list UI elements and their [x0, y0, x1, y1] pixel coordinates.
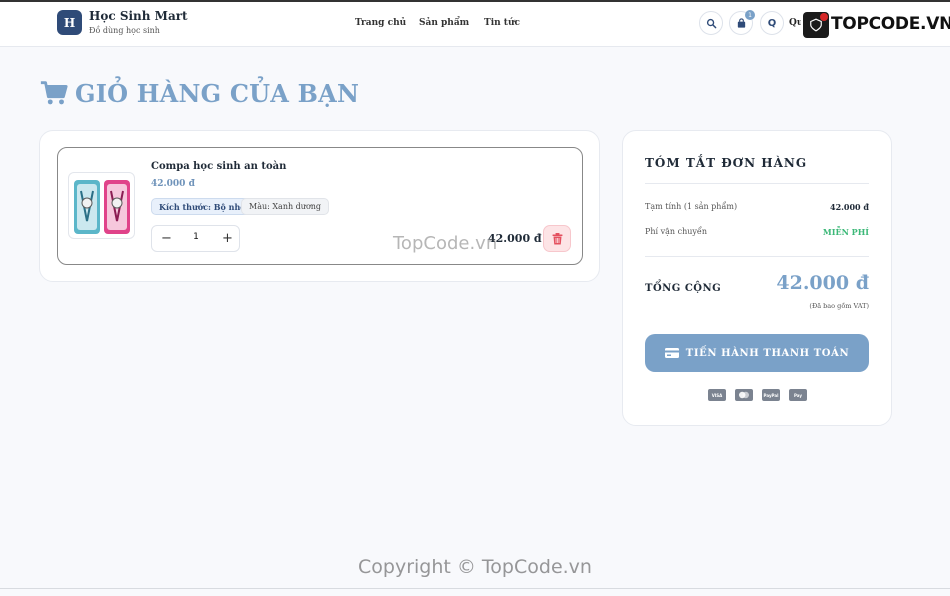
- color-tag: Màu: Xanh dương: [241, 198, 330, 215]
- shipping-label: Phí vận chuyển: [645, 227, 707, 236]
- apple-pay-icon: Pay: [789, 389, 807, 401]
- checkout-button[interactable]: TIẾN HÀNH THANH TOÁN: [645, 334, 869, 372]
- watermark-overlay: TopCode.vn: [393, 233, 498, 254]
- credit-card-icon: [664, 348, 679, 358]
- search-button[interactable]: [699, 11, 723, 35]
- page-title-row: GIỎ HÀNG CỦA BẠN: [39, 78, 359, 108]
- nav-products[interactable]: Sản phẩm: [419, 18, 469, 28]
- nav-news[interactable]: Tin tức: [484, 18, 520, 28]
- cart-count-badge: 1: [745, 10, 755, 20]
- remove-item-button[interactable]: [543, 225, 571, 252]
- vat-note: (Đã bao gồm VAT): [809, 302, 869, 310]
- total-label: TỔNG CỘNG: [645, 283, 722, 294]
- shipping-value: MIỄN PHÍ: [822, 227, 869, 237]
- watermark-copyright: Copyright © TopCode.vn: [358, 556, 592, 578]
- user-avatar[interactable]: Q: [760, 11, 784, 35]
- search-icon: [706, 18, 716, 28]
- trash-icon: [552, 232, 562, 244]
- brand-logo[interactable]: H: [57, 10, 82, 35]
- nav-home[interactable]: Trang chủ: [355, 18, 406, 28]
- summary-divider: [645, 256, 869, 257]
- brand-tagline: Đồ dùng học sinh: [89, 26, 160, 35]
- summary-divider: [645, 183, 869, 184]
- paypal-icon: PayPal: [762, 389, 780, 401]
- decrease-quantity-button[interactable]: −: [158, 230, 175, 247]
- subtotal-label: Tạm tính (1 sản phẩm): [645, 202, 738, 211]
- size-tag: Kích thước: Bộ nhỏ: [151, 198, 254, 215]
- visa-icon: VISA: [708, 389, 726, 401]
- product-name[interactable]: Compa học sinh an toàn: [151, 161, 286, 172]
- payment-methods: VISA PayPal Pay: [708, 389, 807, 401]
- product-image[interactable]: [68, 172, 135, 239]
- watermark-logo-text: TOPCODE.VN: [831, 14, 950, 34]
- checkout-label: TIẾN HÀNH THANH TOÁN: [685, 347, 850, 359]
- total-value: 42.000 đ: [776, 272, 869, 294]
- shopping-cart-icon: [40, 81, 68, 105]
- summary-title: TÓM TẮT ĐƠN HÀNG: [645, 156, 808, 170]
- brand-name[interactable]: Học Sinh Mart: [89, 9, 188, 23]
- page-title: GIỎ HÀNG CỦA BẠN: [75, 78, 360, 108]
- increase-quantity-button[interactable]: +: [219, 230, 236, 247]
- watermark-dot: [820, 13, 828, 21]
- quantity-input[interactable]: 1: [182, 232, 210, 242]
- quantity-stepper: − 1 +: [151, 225, 240, 252]
- subtotal-value: 42.000 đ: [830, 202, 869, 212]
- product-unit-price: 42.000 đ: [151, 179, 195, 189]
- bottom-divider: [0, 588, 950, 589]
- shopping-bag-icon: [737, 17, 745, 28]
- avatar-letter: Q: [767, 17, 777, 29]
- mastercard-icon: [735, 389, 753, 401]
